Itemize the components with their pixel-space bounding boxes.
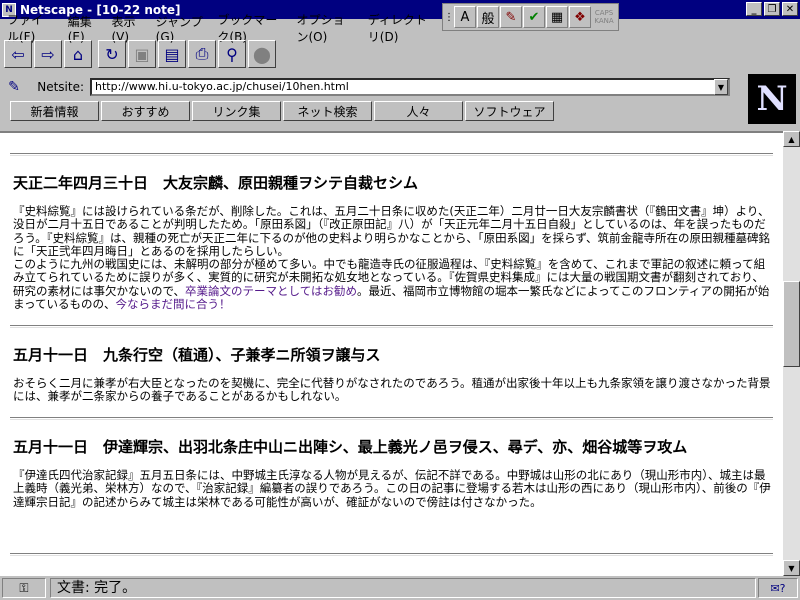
- menu-bar: ファイル(F) 編集(E) 表示(V) ジャンプ(G) ブックマーク(B) オプ…: [0, 13, 440, 44]
- bookmark-link-icon[interactable]: ✎: [4, 77, 24, 97]
- location-bar: ✎ Netsite: http://www.hi.u-tokyo.ac.jp/c…: [4, 76, 744, 98]
- maximize-button[interactable]: ❐: [764, 2, 780, 16]
- dir-button-people[interactable]: 人々: [374, 101, 463, 121]
- scroll-thumb[interactable]: [783, 281, 800, 367]
- close-button[interactable]: ✕: [782, 2, 798, 16]
- minimize-button[interactable]: _: [746, 2, 762, 16]
- home-icon[interactable]: ⌂: [64, 40, 92, 68]
- dir-button-net-search[interactable]: ネット検索: [283, 101, 372, 121]
- dir-button-software[interactable]: ソフトウェア: [465, 101, 554, 121]
- menu-directory[interactable]: ディレクトリ(D): [361, 11, 440, 45]
- open-icon[interactable]: ▤: [158, 40, 186, 68]
- find-icon[interactable]: ⚲: [218, 40, 246, 68]
- divider: [10, 417, 773, 420]
- section-body: 『伊達氏四代治家記録』五月五日条には、中野城主氏淳なる人物が見えるが、伝記不詳で…: [13, 468, 771, 509]
- menu-options[interactable]: オプション(O): [290, 11, 361, 45]
- ime-grip-icon[interactable]: ⋮: [444, 6, 454, 28]
- note-section: 五月十一日 伊達輝宗、出羽北条庄中山ニ出陣シ、最上義光ノ邑ヲ侵ス、尋デ、亦、畑谷…: [13, 437, 773, 509]
- section-title: 天正二年四月三十日 大友宗麟、原田親種ヲシテ自裁セシム: [13, 174, 419, 192]
- security-key-icon[interactable]: ⚿: [2, 578, 46, 598]
- divider: [10, 325, 773, 328]
- ime-conversion-button[interactable]: 般: [477, 6, 499, 28]
- url-input[interactable]: http://www.hi.u-tokyo.ac.jp/chusei/10hen…: [90, 78, 730, 96]
- caps-kana-indicator: CAPS KANA: [594, 9, 614, 25]
- stop-icon[interactable]: ⬤: [248, 40, 276, 68]
- ime-pad-icon[interactable]: ✎: [500, 6, 522, 28]
- ime-toolbar: ⋮ A 般 ✎ ✔ ▦ ❖ CAPS KANA: [442, 3, 619, 31]
- window-controls: _ ❐ ✕: [744, 2, 798, 16]
- ime-tool-icon[interactable]: ▦: [546, 6, 568, 28]
- forward-icon[interactable]: ⇨: [34, 40, 62, 68]
- scroll-up-icon[interactable]: ▲: [783, 131, 800, 147]
- print-icon[interactable]: ⎙: [188, 40, 216, 68]
- mail-icon[interactable]: ✉?: [758, 578, 798, 598]
- section-body: おそらく二月に兼孝が右大臣となったのを契機に、完全に代替りがなされたのであろう。…: [13, 376, 771, 404]
- ime-mode-button[interactable]: A: [454, 6, 476, 28]
- dir-button-whats-new[interactable]: 新着情報: [10, 101, 99, 121]
- images-icon[interactable]: ▣: [128, 40, 156, 68]
- dir-button-whats-cool[interactable]: おすすめ: [101, 101, 190, 121]
- dir-button-links[interactable]: リンク集: [192, 101, 281, 121]
- still-in-time-link[interactable]: 今ならまだ間に合う！: [115, 297, 230, 311]
- status-text: 文書: 完了。: [50, 578, 756, 598]
- back-icon[interactable]: ⇦: [4, 40, 32, 68]
- divider: [10, 553, 773, 556]
- scroll-down-icon[interactable]: ▼: [783, 560, 800, 576]
- logo-letter: N: [756, 79, 788, 119]
- ime-help-icon[interactable]: ❖: [569, 6, 591, 28]
- menu-view[interactable]: 表示(V): [104, 13, 148, 44]
- directory-buttons: 新着情報 おすすめ リンク集 ネット検索 人々 ソフトウェア: [10, 101, 556, 121]
- menu-edit[interactable]: 編集(E): [61, 13, 105, 44]
- ime-dictionary-icon[interactable]: ✔: [523, 6, 545, 28]
- reload-icon[interactable]: ↻: [98, 40, 126, 68]
- status-bar: ⚿ 文書: 完了。 ✉?: [0, 576, 800, 600]
- navigation-toolbar: ⇦ ⇨ ⌂ ↻ ▣ ▤ ⎙ ⚲ ⬤: [4, 40, 278, 68]
- page-content: 天正二年四月三十日 大友宗麟、原田親種ヲシテ自裁セシム 『史料綜覧』には設けられ…: [0, 131, 783, 576]
- menu-go[interactable]: ジャンプ(G): [149, 13, 211, 44]
- section-title: 五月十一日 九条行空（稙通）、子兼孝ニ所領ヲ譲与ス: [13, 346, 381, 364]
- vertical-scrollbar[interactable]: ▲ ▼: [783, 131, 800, 576]
- thesis-link[interactable]: 卒業論文のテーマとしてはお勧め: [185, 284, 357, 298]
- location-label: Netsite:: [37, 80, 84, 94]
- note-section: 天正二年四月三十日 大友宗麟、原田親種ヲシテ自裁セシム 『史料綜覧』には設けられ…: [13, 173, 773, 311]
- note-section: 五月十一日 九条行空（稙通）、子兼孝ニ所領ヲ譲与ス おそらく二月に兼孝が右大臣と…: [13, 345, 773, 404]
- section-title: 五月十一日 伊達輝宗、出羽北条庄中山ニ出陣シ、最上義光ノ邑ヲ侵ス、尋デ、亦、畑谷…: [13, 438, 688, 456]
- url-dropdown-icon[interactable]: ▼: [714, 79, 728, 95]
- divider: [10, 153, 773, 156]
- netscape-logo[interactable]: N: [748, 74, 796, 124]
- section-body: 『史料綜覧』には設けられている条だが、削除した。これは、五月二十日条に収めた(天…: [13, 204, 773, 311]
